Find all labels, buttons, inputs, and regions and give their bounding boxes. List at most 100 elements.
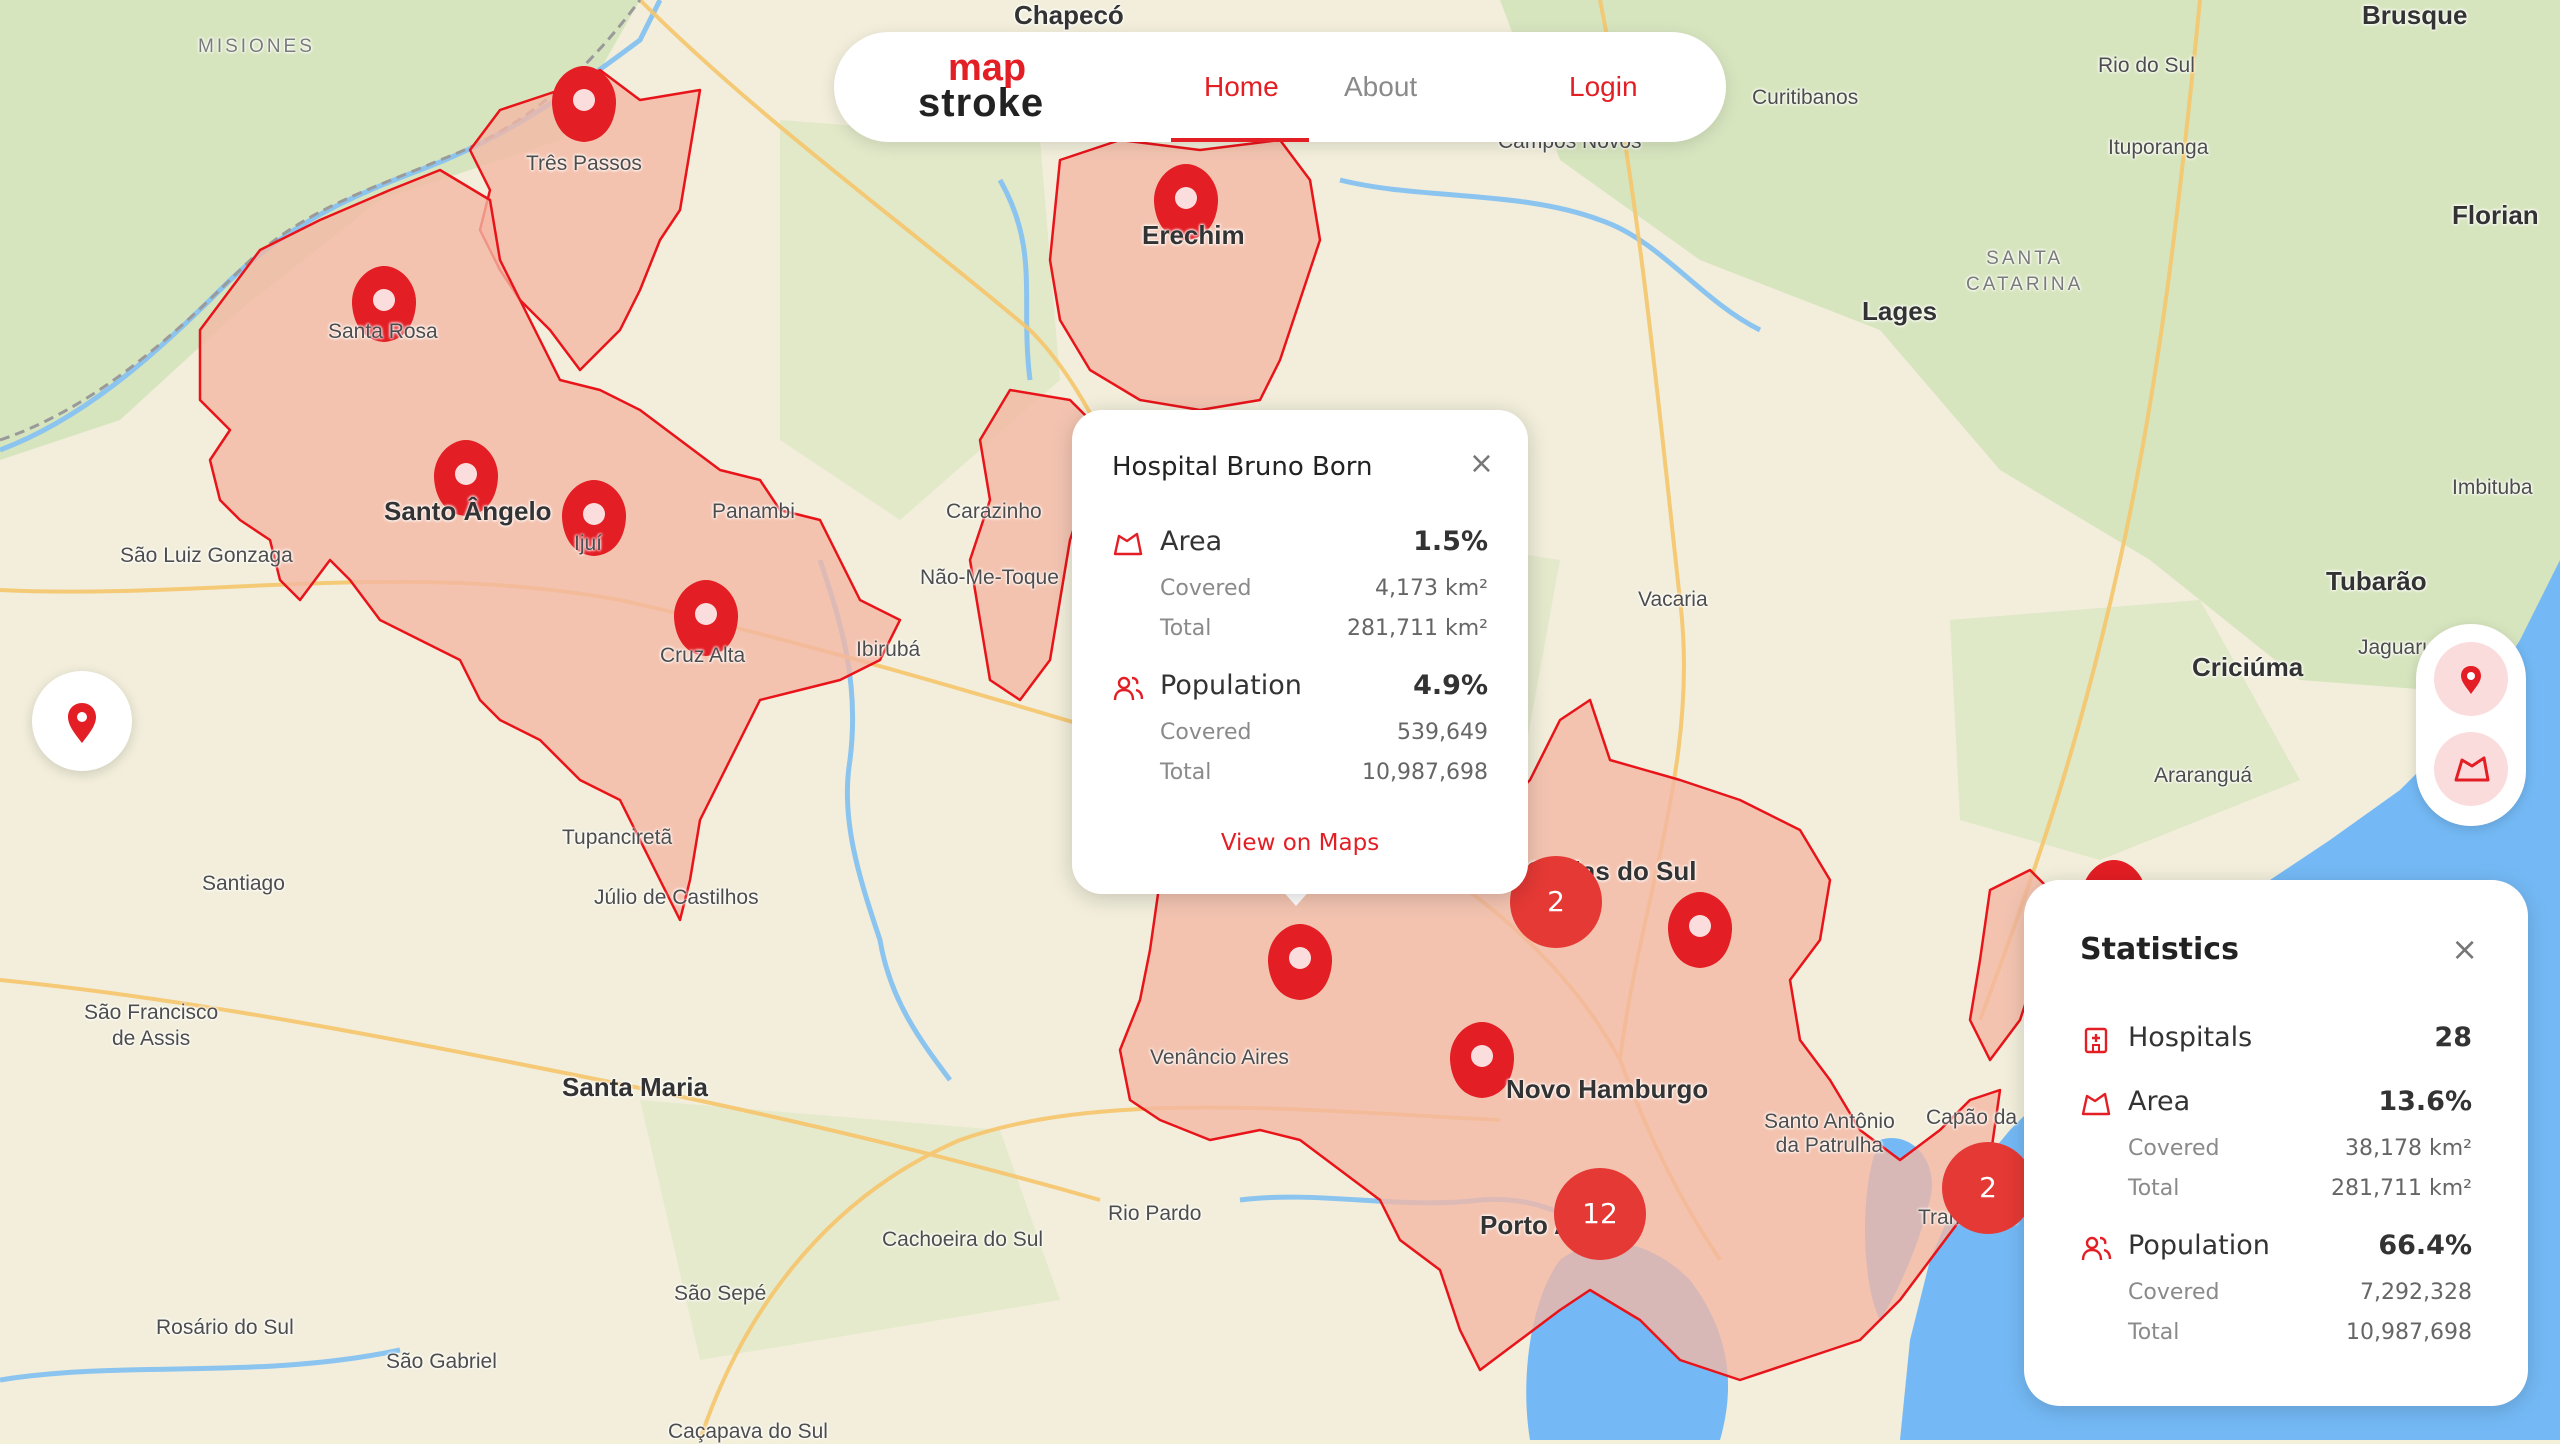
popup-population-row: Population 4.9% (1112, 670, 1488, 706)
hospital-popup: Hospital Bruno Born × Area 1.5% Covered … (1072, 410, 1528, 894)
area-polygon-icon (2081, 1092, 2111, 1116)
close-icon[interactable]: × (2451, 930, 2478, 968)
nav-login-link[interactable]: Login (1569, 70, 1638, 104)
popup-pop-covered-value: 539,649 (1397, 720, 1488, 745)
map-label: Santa Maria (562, 1072, 708, 1102)
top-navbar: map stroke Home About Login (834, 32, 1726, 142)
layer-toggle-panel (2416, 624, 2526, 826)
popup-pop-covered-row: Covered 539,649 (1160, 720, 1488, 750)
hospital-pin (1668, 892, 1732, 968)
map-pin-icon (68, 703, 96, 743)
popup-area-covered-value: 4,173 km² (1375, 576, 1488, 601)
popup-area-total-value: 281,711 km² (1347, 616, 1488, 641)
map-label: Cruz Alta (660, 644, 746, 667)
stats-pop-covered-row: Covered 7,292,328 (2128, 1280, 2472, 1310)
my-location-button[interactable] (32, 671, 132, 771)
popup-pop-total-row: Total 10,987,698 (1160, 760, 1488, 790)
map-label: Ibirubá (856, 638, 921, 661)
map-label: Ituporanga (2108, 136, 2209, 159)
map-label: Florian (2452, 200, 2539, 230)
popup-title: Hospital Bruno Born (1112, 452, 1373, 482)
app-logo[interactable]: map stroke (918, 48, 1088, 128)
people-icon (2081, 1236, 2112, 1261)
map-label: Erechim (1142, 220, 1245, 250)
cluster-marker[interactable]: 12 (1554, 1168, 1646, 1260)
map-label: MISIONES (198, 36, 315, 57)
popup-area-row: Area 1.5% (1112, 526, 1488, 562)
popup-area-covered-row: Covered 4,173 km² (1160, 576, 1488, 606)
map-label: Rio do Sul (2098, 54, 2195, 77)
map-label: Rio Pardo (1108, 1202, 1202, 1225)
map-label: Rosário do Sul (156, 1316, 294, 1339)
stats-population-row: Population 66.4% (2080, 1230, 2472, 1266)
close-icon[interactable]: × (1469, 446, 1494, 481)
map-label: Carazinho (946, 500, 1042, 523)
map-label: Capão da (1926, 1106, 2018, 1129)
map-label: Curitibanos (1752, 86, 1859, 109)
stats-area-covered-value: 38,178 km² (2345, 1136, 2472, 1161)
popup-area-label: Area (1160, 526, 1223, 557)
popup-area-covered-label: Covered (1160, 576, 1252, 601)
stats-area-covered-label: Covered (2128, 1136, 2220, 1161)
toggle-area-button[interactable] (2434, 732, 2508, 806)
map-label: Santo Antônio da Patrulha (1764, 1110, 1895, 1157)
view-on-maps-link[interactable]: View on Maps (1072, 830, 1528, 856)
map-label: Chapecó (1014, 0, 1124, 30)
popup-pop-total-value: 10,987,698 (1362, 760, 1488, 785)
stats-population-percent: 66.4% (2378, 1230, 2472, 1261)
hospital-building-icon (2084, 1027, 2108, 1054)
stats-area-total-label: Total (2128, 1176, 2180, 1201)
popup-pop-covered-label: Covered (1160, 720, 1252, 745)
map-label: São Gabriel (386, 1350, 497, 1373)
logo-text-bottom: stroke (918, 81, 1045, 125)
stats-pop-covered-value: 7,292,328 (2360, 1280, 2472, 1305)
stats-pop-total-row: Total 10,987,698 (2128, 1320, 2472, 1350)
stats-hospitals-value: 28 (2434, 1022, 2472, 1053)
map-label: Criciúma (2192, 652, 2304, 682)
stats-area-covered-row: Covered 38,178 km² (2128, 1136, 2472, 1166)
area-polygon-icon (2454, 756, 2490, 782)
stats-area-total-value: 281,711 km² (2331, 1176, 2472, 1201)
stats-pop-total-value: 10,987,698 (2346, 1320, 2472, 1345)
map-label: Cachoeira do Sul (882, 1228, 1044, 1251)
statistics-panel: Statistics × Hospitals 28 Area 13.6% Cov… (2024, 880, 2528, 1406)
map-pin-icon (2461, 666, 2481, 694)
stats-pop-total-label: Total (2128, 1320, 2180, 1345)
map-label: Panambi (712, 500, 795, 523)
stats-hospitals-label: Hospitals (2128, 1022, 2253, 1053)
map-label: Vacaria (1638, 588, 1708, 611)
hospital-pin (1450, 1022, 1514, 1098)
nav-about-link[interactable]: About (1344, 70, 1417, 104)
toggle-hospitals-button[interactable] (2434, 642, 2508, 716)
stats-area-percent: 13.6% (2378, 1086, 2472, 1117)
cluster-marker[interactable]: 2 (1942, 1142, 2034, 1234)
hospital-pin (552, 66, 616, 142)
map-label: São Francisco de Assis (84, 1001, 219, 1050)
popup-area-percent: 1.5% (1413, 526, 1488, 557)
people-icon (1113, 676, 1144, 701)
popup-pop-total-label: Total (1160, 760, 1212, 785)
map-label: Lages (1862, 296, 1938, 326)
map-label: Três Passos (526, 152, 642, 175)
map-label: Não-Me-Toque (920, 566, 1059, 589)
area-polygon-icon (1113, 532, 1143, 556)
popup-population-percent: 4.9% (1413, 670, 1488, 701)
map-label: Ijuí (574, 532, 603, 555)
map-label: Tupanciretã (562, 826, 673, 849)
stats-area-label: Area (2128, 1086, 2191, 1117)
stats-population-label: Population (2128, 1230, 2270, 1261)
map-label: Júlio de Castilhos (594, 886, 759, 909)
map-label: Caçapava do Sul (668, 1420, 828, 1443)
stats-pop-covered-label: Covered (2128, 1280, 2220, 1305)
map-label: Novo Hamburgo (1506, 1074, 1709, 1104)
map-label: SANTA CATARINA (1966, 248, 2084, 295)
stats-area-row: Area 13.6% (2080, 1086, 2472, 1122)
stats-title: Statistics (2080, 932, 2239, 967)
popup-area-total-row: Total 281,711 km² (1160, 616, 1488, 646)
nav-home-link[interactable]: Home (1204, 70, 1279, 104)
map-label: São Luiz Gonzaga (120, 544, 293, 567)
map-label: Tubarão (2326, 566, 2427, 596)
nav-active-indicator (1171, 138, 1309, 142)
map-label: Santo Ângelo (384, 496, 552, 526)
map-label: Santa Rosa (328, 320, 438, 343)
